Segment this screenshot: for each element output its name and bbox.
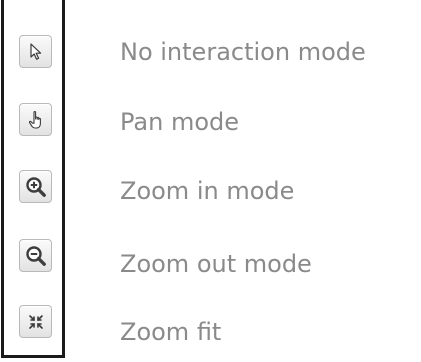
zoom-in-mode-button[interactable] (19, 170, 52, 203)
zoom-fit-label: Zoom fit (120, 318, 222, 346)
hand-pointer-icon (27, 110, 45, 130)
mode-legend: No interaction mode Pan mode Zoom in mod… (0, 0, 421, 362)
zoom-out-mode-button[interactable] (19, 239, 52, 272)
zoom-fit-icon (28, 314, 44, 330)
pan-mode-label: Pan mode (120, 108, 240, 136)
zoom-out-icon (25, 245, 47, 267)
no-interaction-mode-label: No interaction mode (120, 38, 366, 66)
mode-toolbar (1, 0, 65, 358)
zoom-in-mode-label: Zoom in mode (120, 177, 295, 205)
zoom-out-mode-label: Zoom out mode (120, 250, 312, 278)
pan-mode-button[interactable] (19, 103, 52, 136)
zoom-fit-button[interactable] (19, 305, 52, 338)
no-interaction-mode-button[interactable] (19, 35, 52, 68)
zoom-in-icon (25, 176, 47, 198)
arrow-cursor-icon (28, 42, 44, 61)
